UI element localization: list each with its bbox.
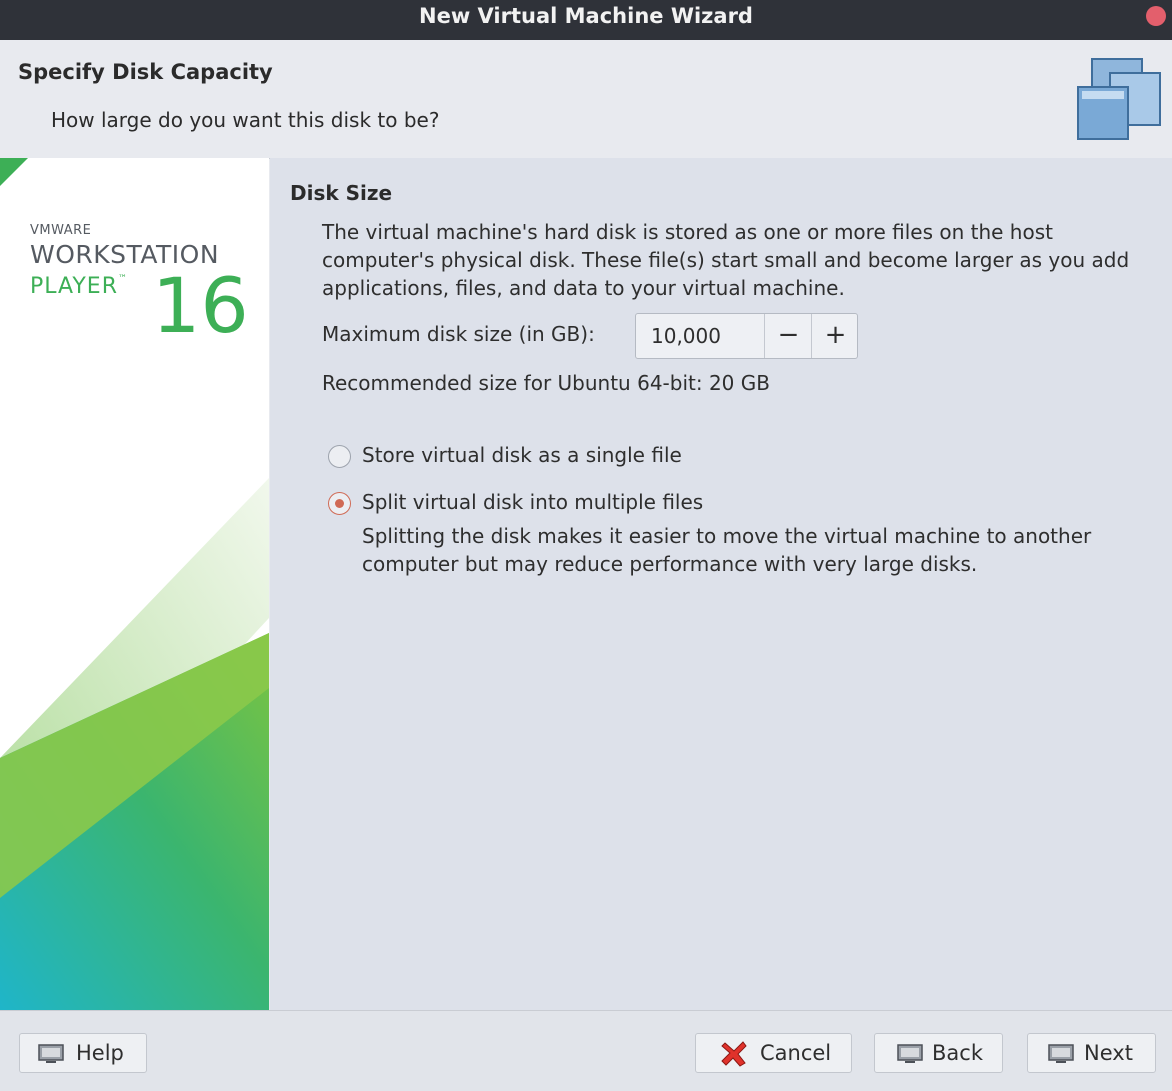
recommended-size-text: Recommended size for Ubuntu 64-bit: 20 G… — [322, 371, 770, 395]
help-label: Help — [76, 1041, 124, 1065]
brand-sidebar: VMWARE WORKSTATION PLAYER™ 16 — [0, 158, 269, 1010]
page-title: Specify Disk Capacity — [18, 60, 273, 84]
single-file-radio[interactable] — [328, 445, 351, 468]
virtual-machines-icon — [1077, 58, 1161, 140]
brand-version: 16 — [152, 261, 249, 350]
split-files-hint: Splitting the disk makes it easier to mo… — [362, 524, 1092, 576]
next-label: Next — [1084, 1041, 1133, 1065]
cancel-x-icon — [721, 1041, 747, 1067]
back-label: Back — [932, 1041, 983, 1065]
next-icon — [1048, 1044, 1074, 1063]
title-bar[interactable]: New Virtual Machine Wizard — [0, 0, 1172, 40]
brand-trademark: ™ — [118, 274, 128, 284]
max-disk-size-input[interactable]: 10,000 — [636, 314, 764, 358]
brand-edition: PLAYER™ — [30, 274, 128, 299]
help-icon — [38, 1044, 64, 1063]
close-window-button[interactable] — [1146, 6, 1166, 26]
wizard-header: Specify Disk Capacity How large do you w… — [0, 40, 1172, 159]
window-title: New Virtual Machine Wizard — [419, 4, 753, 28]
decrement-button[interactable]: − — [764, 314, 812, 358]
split-files-radio[interactable] — [328, 492, 351, 515]
page-subtitle: How large do you want this disk to be? — [51, 108, 440, 132]
brand-vendor: VMWARE — [30, 223, 92, 238]
section-title: Disk Size — [290, 181, 393, 205]
split-files-label[interactable]: Split virtual disk into multiple files — [362, 490, 703, 514]
back-button[interactable]: Back — [874, 1033, 1003, 1073]
help-button[interactable]: Help — [19, 1033, 147, 1073]
max-disk-size-spinner[interactable]: 10,000 − + — [635, 313, 858, 359]
wizard-window: New Virtual Machine Wizard Specify Disk … — [0, 0, 1172, 1091]
cancel-button[interactable]: Cancel — [695, 1033, 852, 1073]
back-icon — [897, 1044, 923, 1063]
next-button[interactable]: Next — [1027, 1033, 1156, 1073]
brand-edition-label: PLAYER — [30, 274, 118, 299]
disk-size-panel: Disk Size The virtual machine's hard dis… — [270, 158, 1172, 1010]
cancel-label: Cancel — [760, 1041, 832, 1065]
wizard-footer: Help Cancel Back Next — [0, 1010, 1172, 1091]
disk-description: The virtual machine's hard disk is store… — [322, 220, 1130, 300]
single-file-label[interactable]: Store virtual disk as a single file — [362, 443, 682, 467]
max-disk-size-label: Maximum disk size (in GB): — [322, 322, 595, 346]
increment-button[interactable]: + — [811, 314, 859, 358]
